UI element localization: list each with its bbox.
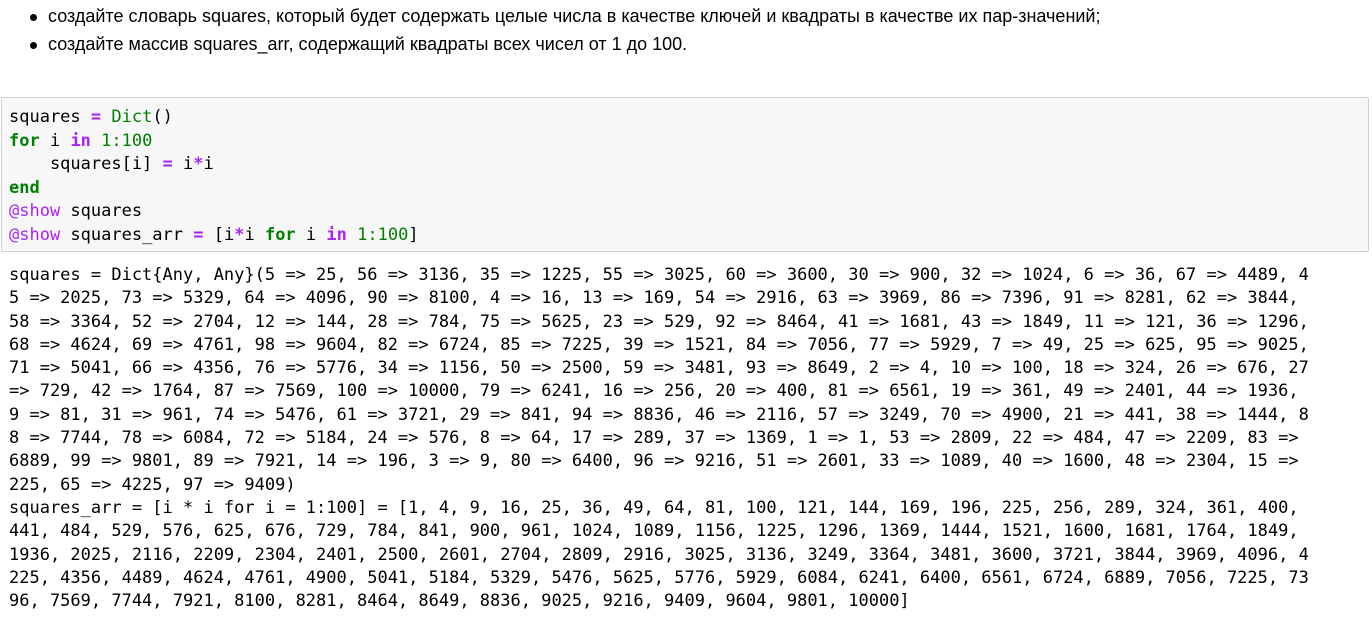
code-token: i	[244, 224, 265, 245]
output-line: 1936, 2025, 2116, 2209, 2304, 2401, 2500…	[9, 544, 1309, 565]
code-number: 100	[121, 130, 153, 151]
code-operator: *	[234, 224, 245, 245]
code-operator: *	[193, 154, 204, 174]
code-token: [i	[203, 224, 235, 245]
code-operator: =	[193, 224, 204, 245]
code-line: for i in 1:100	[9, 130, 1360, 154]
code-operator: :	[367, 224, 378, 245]
output-line: => 729, 42 => 1764, 87 => 7569, 100 => 1…	[9, 381, 1299, 402]
code-line: @show squares_arr = [i*i for i in 1:100]	[9, 224, 1360, 248]
code-token: ()	[152, 107, 173, 127]
markdown-bullet-item: создайте словарь squares, который будет …	[0, 0, 1372, 28]
code-token: i	[172, 154, 194, 174]
code-token: squares[i]	[9, 154, 163, 174]
output-line: 441, 484, 529, 576, 625, 676, 729, 784, …	[9, 521, 1299, 542]
code-line: squares = Dict()	[9, 106, 1360, 130]
code-token: i	[39, 130, 71, 151]
output-line: 9 => 81, 31 => 961, 74 => 5476, 61 => 37…	[9, 404, 1309, 425]
code-number: 1	[101, 130, 112, 151]
output-line: 6889, 99 => 9801, 89 => 7921, 14 => 196,…	[9, 451, 1299, 472]
output-line: squares = Dict{Any, Any}(5 => 25, 56 => …	[9, 265, 1309, 285]
code-macro: @show	[9, 224, 61, 245]
code-operator: =	[90, 107, 102, 127]
code-token: squares	[9, 107, 91, 127]
code-token: ]	[408, 224, 419, 245]
output-line: 8 => 7744, 78 => 6084, 72 => 5184, 24 =>…	[9, 428, 1299, 449]
markdown-bullet-item: создайте массив squares_arr, содержащий …	[0, 28, 1372, 56]
code-macro: @show	[9, 201, 61, 221]
code-token: i	[295, 224, 327, 245]
output-line: 225, 4356, 4489, 4624, 4761, 4900, 5041,…	[9, 567, 1309, 588]
code-number: 1	[357, 224, 368, 245]
bullet-text: создайте массив squares_arr, содержащий …	[48, 34, 688, 54]
code-operator: in	[326, 224, 347, 245]
markdown-bullet-list: создайте словарь squares, который будет …	[0, 0, 1372, 56]
output-line: 96, 7569, 7744, 7921, 8100, 8281, 8464, …	[9, 591, 910, 612]
code-line: @show squares	[9, 200, 1360, 224]
output-line: 225, 65 => 4225, 97 => 9409)	[9, 474, 296, 495]
code-line: end	[9, 177, 1360, 201]
code-token: squares	[60, 201, 143, 221]
code-line: squares[i] = i*i	[9, 153, 1360, 177]
code-operator: =	[162, 154, 173, 174]
code-token: i	[203, 154, 214, 174]
code-keyword: end	[9, 177, 40, 198]
output-line: 5 => 2025, 73 => 5329, 64 => 4096, 90 =>…	[9, 288, 1299, 309]
output-line: 58 => 3364, 52 => 2704, 12 => 144, 28 =>…	[9, 311, 1309, 332]
code-cell-editor[interactable]: squares = Dict() for i in 1:100 squares[…	[1, 97, 1369, 252]
output-line: squares_arr = [i * i for i = 1:100] = [1…	[9, 497, 1299, 518]
code-operator: :	[111, 130, 122, 151]
code-keyword: for	[9, 130, 40, 151]
code-keyword: for	[264, 224, 296, 245]
bullet-text: создайте словарь squares, который будет …	[48, 6, 1101, 26]
code-token: squares_arr	[60, 224, 194, 245]
code-number: 100	[377, 224, 409, 245]
output-line: 71 => 5041, 66 => 4356, 76 => 5776, 34 =…	[9, 358, 1309, 379]
output-line: 68 => 4624, 69 => 4761, 98 => 9604, 82 =…	[9, 334, 1309, 355]
bullet-dot-icon	[30, 42, 37, 49]
code-operator: in	[70, 130, 91, 151]
cell-output: squares = Dict{Any, Any}(5 => 25, 56 => …	[9, 264, 1365, 613]
code-function: Dict	[111, 107, 153, 127]
bullet-dot-icon	[30, 14, 37, 21]
